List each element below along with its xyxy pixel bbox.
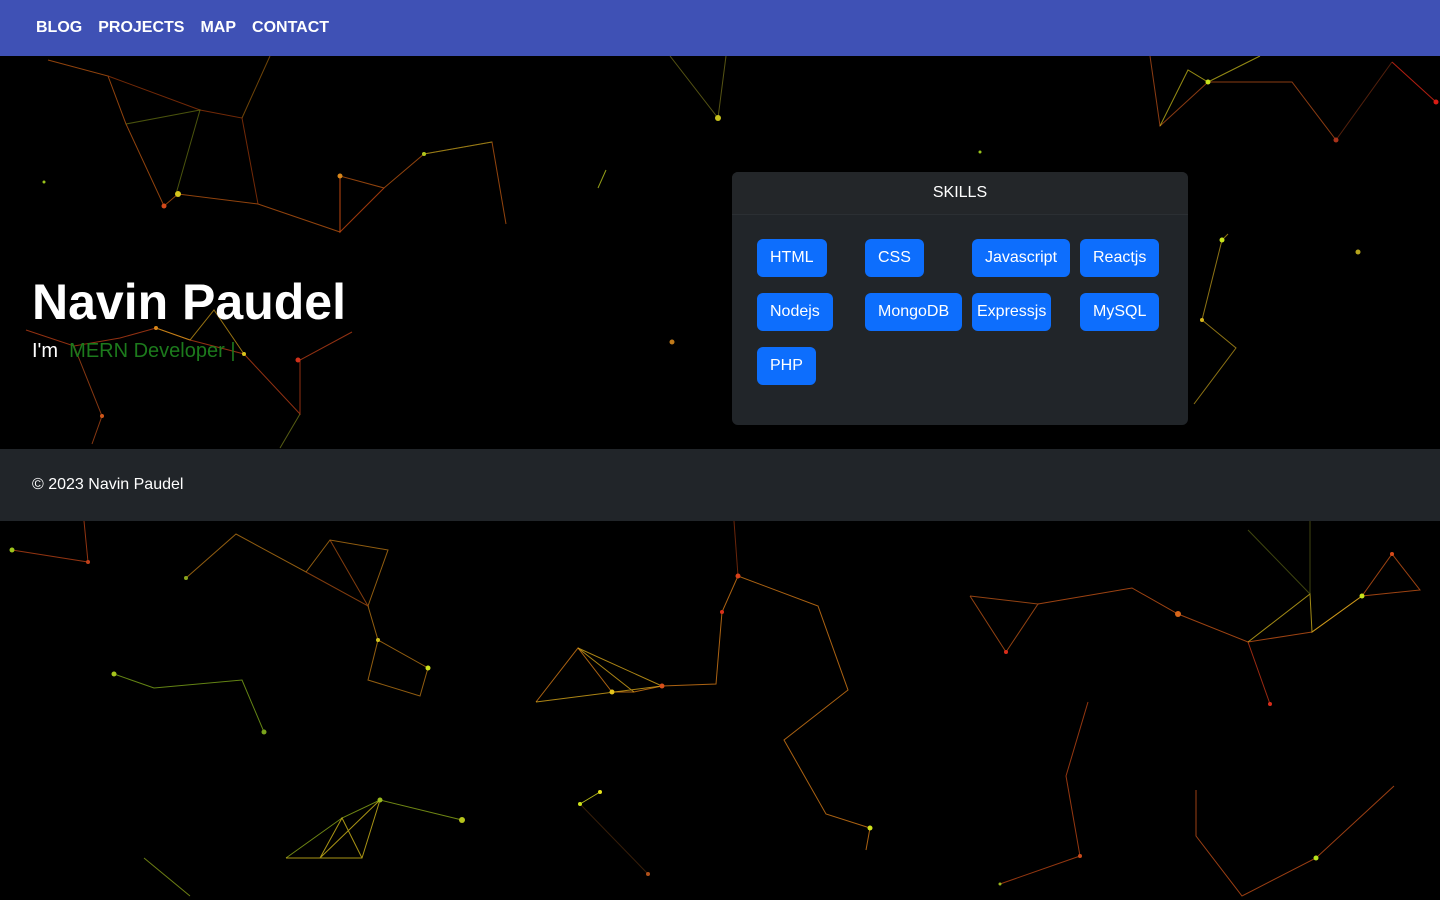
nav-link-blog[interactable]: BLOG (28, 19, 90, 37)
nav-link-projects[interactable]: PROJECTS (90, 19, 192, 37)
hero-name: Navin Paudel (32, 274, 346, 330)
footer-copyright: © 2023 Navin Paudel (32, 476, 184, 493)
footer: © 2023 Navin Paudel (0, 449, 1440, 521)
hero-role: MERN Developer (69, 340, 225, 362)
skills-grid: HTML CSS Javascript Reactjs Nodejs Mongo… (732, 215, 1188, 415)
skill-reactjs[interactable]: Reactjs (1080, 239, 1160, 277)
skill-mysql[interactable]: MySQL (1080, 293, 1160, 331)
skills-title: SKILLS (732, 172, 1188, 215)
skill-expressjs[interactable]: Expressjs (972, 293, 1052, 331)
skill-html[interactable]: HTML (757, 239, 827, 277)
skill-nodejs[interactable]: Nodejs (757, 293, 833, 331)
hero-prefix: I'm (32, 340, 59, 362)
top-navbar: BLOG PROJECTS MAP CONTACT (0, 0, 1440, 56)
skill-mongodb[interactable]: MongoDB (865, 293, 963, 331)
skill-css[interactable]: CSS (865, 239, 924, 277)
nav-link-contact[interactable]: CONTACT (244, 19, 337, 37)
skills-card: SKILLS HTML CSS Javascript Reactjs Nodej… (732, 172, 1188, 425)
skill-php[interactable]: PHP (757, 347, 816, 385)
hero-section: Navin Paudel I'm MERN Developer | SKILLS… (0, 56, 1440, 449)
nav-link-map[interactable]: MAP (192, 19, 244, 37)
typing-cursor: | (230, 340, 236, 362)
skill-javascript[interactable]: Javascript (972, 239, 1071, 277)
hero-tagline: I'm MERN Developer | (32, 340, 236, 363)
